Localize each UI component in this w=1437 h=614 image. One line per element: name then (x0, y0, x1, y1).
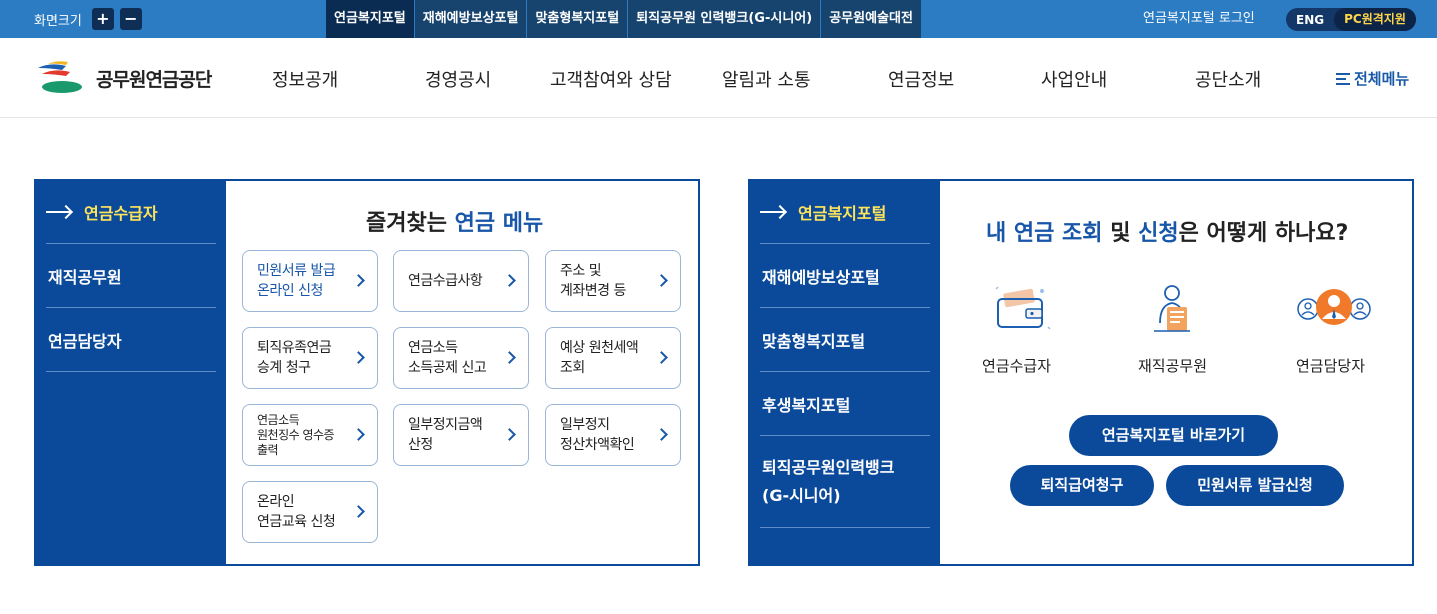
nav-customer-consulting[interactable]: 고객참여와 상담 (550, 66, 672, 92)
font-size-label: 화면크기 (34, 13, 82, 29)
main-header: 공무원연금공단 정보공개 경영공시 고객참여와 상담 알림과 소통 연금정보 사… (0, 38, 1437, 118)
arrow-right-icon (760, 206, 786, 218)
zoom-out-button[interactable]: − (119, 8, 142, 30)
favorite-menu-title: 즐겨찾는 연금 메뉴 (366, 205, 543, 237)
menu-icon (1336, 72, 1350, 85)
tab-label: 연금복지포털 (798, 204, 887, 223)
title-part: 및 (1110, 221, 1131, 246)
menu-button-label: 민원서류 발급 온라인 신청 (257, 262, 336, 299)
tab-label: 재해예방보상포털 (762, 267, 880, 287)
portal-link-disaster-prevention[interactable]: 재해예방보상포털 (414, 0, 528, 38)
tab-label: 후생복지포털 (762, 395, 851, 415)
menu-button-label: 예상 원천세액 조회 (560, 339, 639, 376)
menu-button-survivor-pension[interactable]: 퇴직유족연금 승계 청구 (242, 327, 378, 389)
menu-button-label: 일부정지 정산차액확인 (560, 416, 635, 453)
menu-button-document-issue[interactable]: 민원서류 발급 온라인 신청 (242, 250, 378, 312)
tab-label: 퇴직공무원인력뱅크 (G-시니어) (762, 458, 895, 505)
wallet-icon[interactable] (992, 277, 1052, 337)
pc-remote-support-link[interactable]: PC원격지원 (1334, 8, 1416, 31)
nav-pension-info[interactable]: 연금정보 (888, 66, 954, 92)
tab-label: 연금담당자 (48, 331, 122, 351)
tab-label: 연금수급자 (84, 204, 158, 223)
menu-button-label: 퇴직유족연금 승계 청구 (257, 339, 332, 376)
menu-button-partial-suspension[interactable]: 일부정지금액 산정 (393, 404, 529, 466)
nav-about-agency[interactable]: 공단소개 (1195, 66, 1261, 92)
guide-title: 내 연금 조회 및 신청은 어떻게 하나요? (986, 215, 1348, 247)
tab-pension-recipient[interactable]: 연금수급자 (46, 181, 216, 244)
menu-button-label: 연금소득 소득공제 신고 (408, 339, 487, 376)
menu-button-address-change[interactable]: 주소 및 계좌변경 등 (545, 250, 681, 312)
site-logo[interactable]: 공무원연금공단 (36, 60, 212, 96)
menu-button-online-education[interactable]: 온라인 연금교육 신청 (242, 481, 378, 543)
title-prefix: 즐겨찾는 (366, 211, 447, 236)
portal-guide-panel: 연금복지포털 재해예방보상포털 맞춤형복지포털 후생복지포털 퇴직공무원인력뱅크… (748, 179, 1414, 566)
menu-button-income-deduction[interactable]: 연금소득 소득공제 신고 (393, 327, 529, 389)
tab-pension-welfare-portal[interactable]: 연금복지포털 (760, 181, 930, 244)
tab-custom-welfare-portal[interactable]: 맞춤형복지포털 (760, 308, 930, 372)
pension-portal-shortcut-button[interactable]: 연금복지포털 바로가기 (1069, 415, 1278, 456)
user-type-sidebar: 연금수급자 재직공무원 연금담당자 (36, 181, 226, 564)
menu-button-settlement-check[interactable]: 일부정지 정산차액확인 (545, 404, 681, 466)
portal-sidebar: 연금복지포털 재해예방보상포털 맞춤형복지포털 후생복지포털 퇴직공무원인력뱅크… (750, 181, 940, 564)
language-group: ENG PC원격지원 (1286, 8, 1416, 31)
tab-disaster-prevention-portal[interactable]: 재해예방보상포털 (760, 244, 930, 308)
pension-menu-panel: 연금수급자 재직공무원 연금담당자 즐겨찾는 연금 메뉴 민원서류 발급 온라인… (34, 179, 700, 566)
all-menu-label: 전체메뉴 (1354, 70, 1410, 88)
nav-info-disclosure[interactable]: 정보공개 (272, 66, 338, 92)
nav-news-communication[interactable]: 알림과 소통 (722, 66, 811, 92)
font-size-control: 화면크기 + − (34, 8, 142, 30)
nav-management-disclosure[interactable]: 경영공시 (425, 66, 491, 92)
english-link[interactable]: ENG (1286, 13, 1334, 27)
worker-icon[interactable] (1142, 277, 1202, 337)
zoom-in-button[interactable]: + (91, 8, 114, 30)
menu-button-label: 연금소득 원천징수 영수증 출력 (257, 412, 335, 457)
tab-g-senior-bank[interactable]: 퇴직공무원인력뱅크 (G-시니어) (760, 436, 930, 528)
menu-button-tax-estimate[interactable]: 예상 원천세액 조회 (545, 327, 681, 389)
portal-link-g-senior[interactable]: 퇴직공무원 인력뱅크(G-시니어) (628, 0, 822, 38)
menu-button-pension-status[interactable]: 연금수급사항 (393, 250, 529, 312)
tab-welfare-portal[interactable]: 후생복지포털 (760, 372, 930, 436)
title-part: 내 연금 조회 (986, 221, 1103, 246)
tab-label: 맞춤형복지포털 (762, 331, 866, 351)
staff-icon[interactable] (1294, 277, 1374, 337)
title-part: 신청 (1138, 221, 1179, 246)
title-highlight: 연금 메뉴 (454, 211, 544, 236)
menu-button-label: 주소 및 계좌변경 등 (560, 262, 626, 299)
arrow-right-icon (46, 206, 72, 218)
nav-business-guide[interactable]: 사업안내 (1041, 66, 1107, 92)
icon-label-manager: 연금담당자 (1296, 357, 1366, 375)
portal-link-art-contest[interactable]: 공무원예술대전 (821, 0, 922, 38)
menu-button-withholding-receipt[interactable]: 연금소득 원천징수 영수증 출력 (242, 404, 378, 466)
all-menu-button[interactable]: 전체메뉴 (1336, 68, 1409, 89)
retirement-benefit-claim-button[interactable]: 퇴직급여청구 (1010, 465, 1154, 506)
tab-label: 재직공무원 (48, 267, 122, 287)
top-utility-bar: 화면크기 + − 연금복지포털 재해예방보상포털 맞춤형복지포털 퇴직공무원 인… (0, 0, 1437, 38)
menu-button-label: 일부정지금액 산정 (408, 416, 483, 453)
portal-links: 연금복지포털 재해예방보상포털 맞춤형복지포털 퇴직공무원 인력뱅크(G-시니어… (326, 0, 922, 38)
icon-label-recipient: 연금수급자 (982, 357, 1052, 375)
logo-text: 공무원연금공단 (96, 68, 212, 91)
title-part: 은 어떻게 하나요? (1178, 221, 1349, 246)
portal-link-pension-welfare[interactable]: 연금복지포털 (326, 0, 415, 38)
portal-login-link[interactable]: 연금복지포털 로그인 (1143, 0, 1255, 38)
document-issue-request-button[interactable]: 민원서류 발급신청 (1166, 465, 1344, 506)
icon-label-official: 재직공무원 (1138, 357, 1208, 375)
logo-mark-icon (36, 60, 92, 96)
tab-active-official[interactable]: 재직공무원 (46, 244, 216, 308)
menu-button-label: 연금수급사항 (408, 272, 483, 289)
portal-link-custom-welfare[interactable]: 맞춤형복지포털 (527, 0, 629, 38)
tab-pension-manager[interactable]: 연금담당자 (46, 308, 216, 372)
menu-button-label: 온라인 연금교육 신청 (257, 493, 336, 530)
